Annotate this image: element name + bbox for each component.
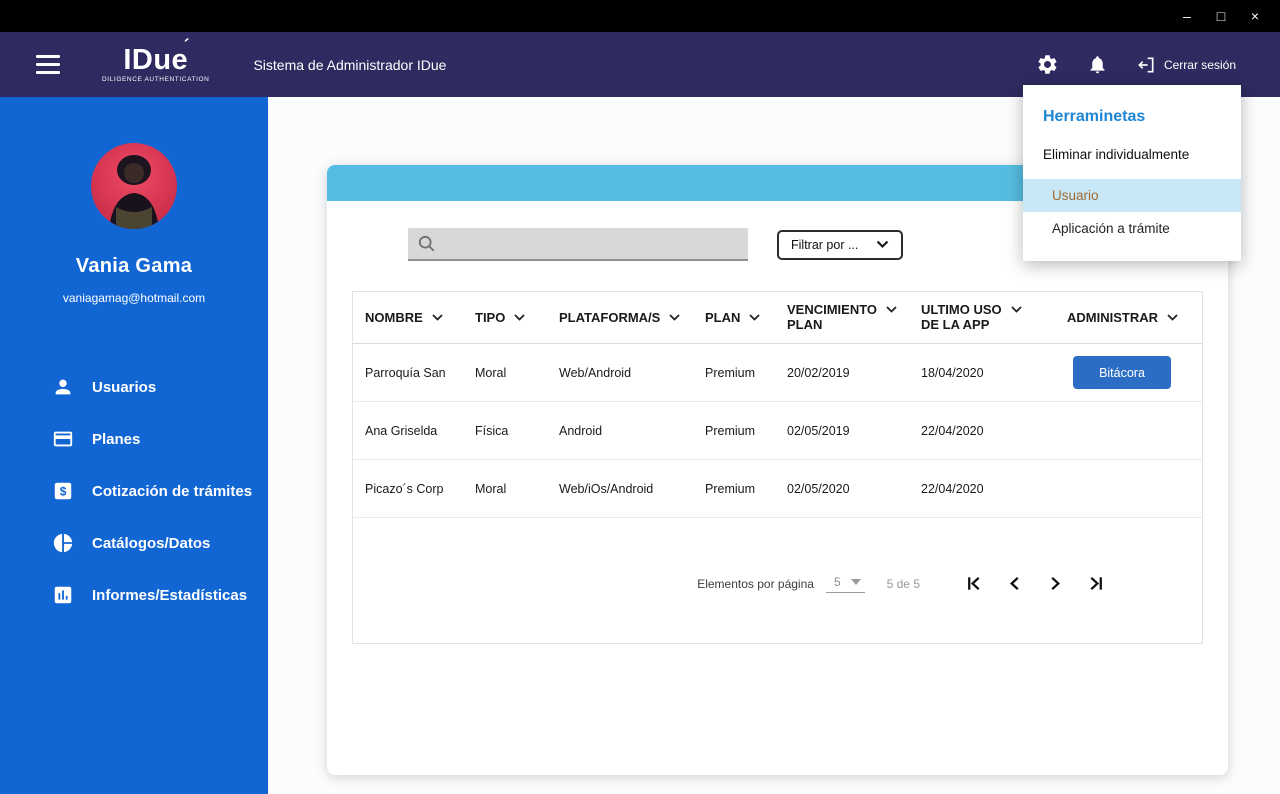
chevron-down-icon <box>876 240 889 249</box>
logout-button[interactable]: Cerrar sesión <box>1136 55 1236 75</box>
bell-icon[interactable] <box>1087 54 1108 75</box>
cell-ultimo-uso: 22/04/2020 <box>909 424 1055 438</box>
cell-tipo: Moral <box>463 482 547 496</box>
sidebar-item-label: Catálogos/Datos <box>92 534 210 553</box>
app-window: – □ × IDue´ DILIGENCE AUTHENTICATION Sis… <box>0 0 1280 794</box>
card-icon <box>52 428 74 450</box>
tools-menu-item-usuario[interactable]: Usuario <box>1023 179 1241 212</box>
users-table: NOMBRE TIPO PLATAFORMA/S PLAN <box>352 291 1203 644</box>
items-per-page-select[interactable]: 5 <box>826 575 865 593</box>
close-icon[interactable]: × <box>1238 2 1272 30</box>
cell-plataformas: Web/Android <box>547 366 693 380</box>
table-header-row: NOMBRE TIPO PLATAFORMA/S PLAN <box>353 292 1202 344</box>
cell-vencimiento: 20/02/2019 <box>775 366 909 380</box>
chevron-down-icon <box>1011 306 1022 313</box>
cell-nombre: Picazo´s Corp <box>353 482 463 496</box>
sidebar-item-label: Planes <box>92 430 140 449</box>
column-header-plataformas[interactable]: PLATAFORMA/S <box>547 310 693 325</box>
logo-accent: ´ <box>184 37 191 55</box>
sidebar: Vania Gama vaniagamag@hotmail.com Usuari… <box>0 97 268 794</box>
cell-vencimiento: 02/05/2020 <box>775 482 909 496</box>
chevron-down-icon <box>749 314 760 321</box>
last-page-icon[interactable] <box>1087 574 1106 593</box>
cell-plataformas: Android <box>547 424 693 438</box>
cell-vencimiento: 02/05/2019 <box>775 424 909 438</box>
filter-button[interactable]: Filtrar por ... <box>777 230 903 260</box>
first-page-icon[interactable] <box>964 574 983 593</box>
chevron-down-icon <box>851 579 861 585</box>
maximize-icon[interactable]: □ <box>1204 2 1238 30</box>
user-email: vaniagamag@hotmail.com <box>63 291 205 305</box>
bar-chart-icon <box>52 584 74 606</box>
chevron-down-icon <box>886 306 897 313</box>
app-logo: IDue´ DILIGENCE AUTHENTICATION <box>102 46 209 84</box>
previous-page-icon[interactable] <box>1005 574 1024 593</box>
sidebar-item-planes[interactable]: Planes <box>0 413 268 465</box>
chevron-down-icon <box>1167 314 1178 321</box>
column-header-administrar[interactable]: ADMINISTRAR <box>1055 310 1202 325</box>
cell-plataformas: Web/iOs/Android <box>547 482 693 496</box>
dollar-square-icon: $ <box>52 480 74 502</box>
cell-tipo: Moral <box>463 366 547 380</box>
sidebar-item-catalogos[interactable]: Catálogos/Datos <box>0 517 268 569</box>
cell-ultimo-uso: 18/04/2020 <box>909 366 1055 380</box>
column-header-tipo[interactable]: TIPO <box>463 310 547 325</box>
cell-plan: Premium <box>693 366 775 380</box>
table-row: Picazo´s Corp Moral Web/iOs/Android Prem… <box>353 460 1202 518</box>
column-header-nombre[interactable]: NOMBRE <box>353 310 463 325</box>
cell-plan: Premium <box>693 482 775 496</box>
app-title: Sistema de Administrador IDue <box>253 57 446 73</box>
column-header-plan[interactable]: PLAN <box>693 310 775 325</box>
titlebar: – □ × <box>0 0 1280 32</box>
header-actions: Cerrar sesión <box>1036 53 1236 76</box>
logo-subtitle: DILIGENCE AUTHENTICATION <box>102 77 209 84</box>
sidebar-item-label: Usuarios <box>92 378 156 397</box>
sidebar-item-usuarios[interactable]: Usuarios <box>0 361 268 413</box>
minimize-icon[interactable]: – <box>1170 2 1204 30</box>
cell-tipo: Física <box>463 424 547 438</box>
tools-menu-item-aplicacion[interactable]: Aplicación a trámite <box>1023 212 1241 245</box>
sidebar-item-label: Informes/Estadísticas <box>92 586 247 605</box>
logout-label: Cerrar sesión <box>1164 58 1236 72</box>
sidebar-menu: Usuarios Planes $ Cotización de trámites… <box>0 361 268 621</box>
cell-ultimo-uso: 22/04/2020 <box>909 482 1055 496</box>
filter-label: Filtrar por ... <box>791 238 858 252</box>
user-icon <box>52 376 74 398</box>
cell-nombre: Parroquía San <box>353 366 463 380</box>
sidebar-item-cotizacion[interactable]: $ Cotización de trámites <box>0 465 268 517</box>
table-row: Parroquía San Moral Web/Android Premium … <box>353 344 1202 402</box>
sidebar-item-label: Cotización de trámites <box>92 482 252 501</box>
gear-icon[interactable] <box>1036 53 1059 76</box>
pagination-nav <box>964 574 1106 593</box>
sidebar-item-informes[interactable]: Informes/Estadísticas <box>0 569 268 621</box>
cell-plan: Premium <box>693 424 775 438</box>
logo-text: IDue´ <box>123 46 188 75</box>
bitacora-button[interactable]: Bitácora <box>1073 356 1171 389</box>
tools-dropdown-title: Herraminetas <box>1043 108 1221 126</box>
pie-chart-icon <box>52 532 74 554</box>
pagination: Elementos por página 5 5 de 5 <box>353 574 1202 593</box>
table-row: Ana Griselda Física Android Premium 02/0… <box>353 402 1202 460</box>
column-header-ultimo-uso[interactable]: ULTIMO USO DE LA APP <box>909 302 1055 333</box>
chevron-down-icon <box>514 314 525 321</box>
svg-text:$: $ <box>60 484 67 498</box>
search-icon <box>418 235 436 253</box>
tools-dropdown: Herraminetas Eliminar individualmente Us… <box>1023 85 1241 261</box>
page-range-label: 5 de 5 <box>887 577 920 591</box>
items-per-page-label: Elementos por página <box>697 577 814 591</box>
chevron-down-icon <box>669 314 680 321</box>
hamburger-menu-icon[interactable] <box>32 51 64 78</box>
search-input[interactable] <box>442 236 738 251</box>
user-name: Vania Gama <box>76 255 192 278</box>
column-header-vencimiento[interactable]: VENCIMIENTO PLAN <box>775 302 909 333</box>
tools-dropdown-section-label: Eliminar individualmente <box>1043 147 1221 162</box>
search-box <box>408 228 748 261</box>
avatar <box>91 143 177 229</box>
chevron-down-icon <box>432 314 443 321</box>
logout-icon <box>1136 55 1156 75</box>
cell-nombre: Ana Griselda <box>353 424 463 438</box>
next-page-icon[interactable] <box>1046 574 1065 593</box>
